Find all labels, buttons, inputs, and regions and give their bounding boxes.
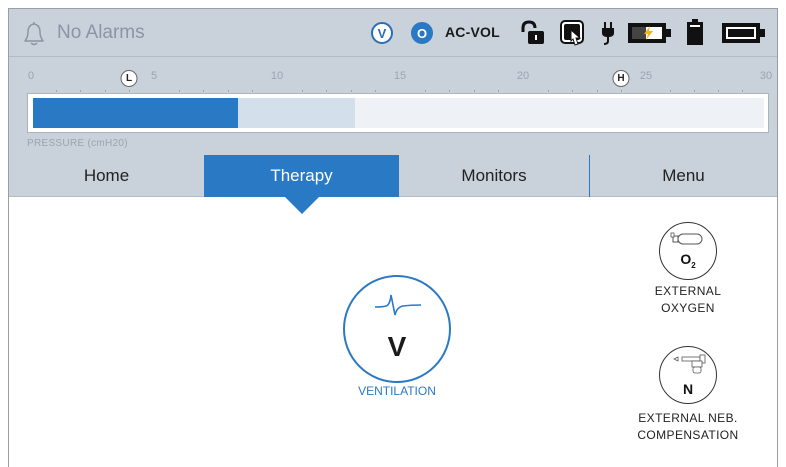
external-oxygen-label-line1: EXTERNAL (654, 284, 722, 298)
minor-tick (104, 90, 106, 92)
ventilation-letter: V (387, 331, 407, 362)
high-pressure-marker[interactable]: H (612, 70, 630, 87)
minor-tick (326, 90, 328, 92)
ventilator-screen: No Alarms V O AC-VOL 0 5 10 15 20 25 30 … (8, 8, 778, 467)
battery-charging-icon (628, 23, 671, 43)
tab-home[interactable]: Home (9, 155, 204, 197)
minor-tick (670, 90, 671, 92)
unlock-icon[interactable] (519, 20, 545, 46)
oxygen-symbol: O2 (680, 251, 696, 270)
neb-symbol: N (682, 381, 694, 397)
ventilation-label[interactable]: VENTILATION (329, 384, 465, 398)
tick-label: 5 (150, 70, 158, 82)
ac-plug-icon (602, 22, 614, 45)
active-tab-pointer (285, 197, 319, 214)
tab-monitors[interactable]: Monitors (399, 155, 589, 197)
minor-tick (596, 90, 598, 92)
external-oxygen-label-line2: OXYGEN (661, 301, 715, 315)
minor-tick (227, 90, 229, 92)
minor-tick (742, 90, 743, 92)
battery-full-icon (722, 23, 765, 43)
tick-label: 15 (393, 70, 407, 82)
ventilation-button[interactable]: V (343, 275, 451, 383)
tick-label: 25 (639, 70, 653, 82)
pressure-bar (27, 93, 769, 133)
minor-tick (449, 90, 451, 92)
minor-tick (178, 90, 180, 92)
tab-menu[interactable]: Menu (590, 155, 777, 197)
bell-icon (24, 22, 44, 46)
nebulizer-icon (673, 354, 706, 374)
ventilation-mode[interactable]: AC-VOL (445, 24, 500, 40)
tick-label: 20 (516, 70, 530, 82)
pressure-label: PRESSURE (cmH20) (27, 138, 128, 149)
minor-tick (80, 90, 82, 92)
minor-tick (547, 90, 549, 92)
minor-tick (473, 90, 475, 92)
oxygen-badge: O (411, 22, 433, 44)
alarm-indicator[interactable]: No Alarms (19, 19, 145, 47)
external-neb-label-line1: EXTERNAL NEB. (638, 411, 738, 425)
external-oxygen-label[interactable]: EXTERNAL OXYGEN (618, 283, 758, 317)
ventilation-waveform-icon (374, 294, 422, 316)
minor-tick (498, 90, 500, 92)
minor-tick (621, 90, 623, 92)
tick-label: 0 (27, 70, 35, 82)
minor-tick (129, 90, 131, 92)
minor-tick (572, 90, 574, 92)
minor-tick (718, 90, 719, 92)
pressure-gauge-panel: 0 5 10 15 20 25 30 L H PRESSURE (cmH20) (9, 57, 777, 155)
external-neb-label[interactable]: EXTERNAL NEB. COMPENSATION (618, 410, 758, 444)
ventilation-badge: V (371, 22, 393, 44)
minor-tick (694, 90, 695, 92)
external-neb-label-line2: COMPENSATION (637, 428, 739, 442)
minor-tick (301, 90, 303, 92)
minor-tick (55, 90, 57, 92)
minor-tick (424, 90, 426, 92)
tick-label: 30 (759, 70, 773, 82)
tab-bar: Home Therapy Monitors Menu (9, 155, 777, 197)
external-neb-button[interactable]: N (659, 346, 717, 404)
low-pressure-marker[interactable]: L (120, 70, 138, 87)
minor-tick (252, 90, 254, 92)
status-bar: No Alarms V O AC-VOL (9, 9, 777, 57)
minor-tick (375, 90, 377, 92)
minor-tick (350, 90, 352, 92)
minor-tick (203, 90, 205, 92)
tick-label: 10 (270, 70, 284, 82)
touch-lock-icon[interactable] (559, 19, 587, 47)
oxygen-cylinder-icon (670, 232, 703, 245)
alarm-status-text: No Alarms (57, 22, 145, 43)
pressure-scale: 0 5 10 15 20 25 30 L H (27, 61, 773, 92)
battery-internal-icon (687, 19, 703, 45)
tab-therapy[interactable]: Therapy (204, 155, 399, 197)
pressure-current-fill (33, 98, 238, 128)
external-oxygen-button[interactable]: O2 (659, 222, 717, 280)
